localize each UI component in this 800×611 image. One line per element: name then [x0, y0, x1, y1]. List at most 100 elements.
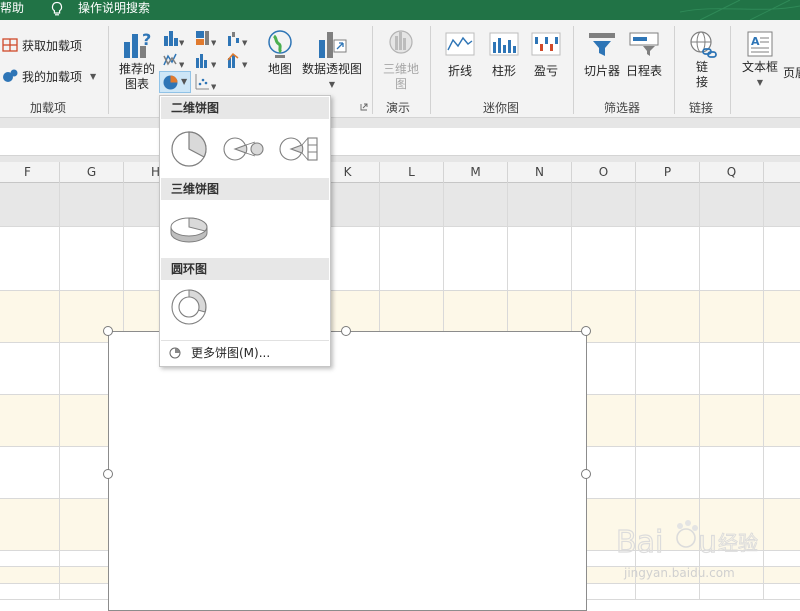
column-header-f[interactable]: F	[0, 162, 60, 183]
column-header-l[interactable]: L	[380, 162, 444, 183]
svg-text:▼: ▼	[211, 83, 216, 91]
link-label-1: 链	[695, 60, 708, 74]
resize-handle-right[interactable]	[581, 469, 591, 479]
dialog-launcher-icon[interactable]	[360, 103, 368, 111]
recommended-charts-button[interactable]: ? 推荐的 图表	[114, 28, 160, 92]
timeline-label: 日程表	[625, 64, 662, 78]
formula-bar[interactable]	[0, 128, 800, 156]
sparkline-line-button[interactable]: 折线	[440, 32, 480, 79]
baidu-logo: Bai u 经验	[616, 520, 758, 561]
recommended-label-1: 推荐的	[118, 62, 155, 76]
sparkline-line-icon	[445, 32, 475, 56]
group-label-sparklines: 迷你图	[483, 101, 520, 115]
watermark: Bai u 经验 jingyan.baidu.com	[616, 514, 766, 584]
svg-text:▼: ▼	[242, 39, 248, 47]
my-addins-label: 我的加载项	[22, 69, 83, 84]
column-header-p[interactable]: P	[636, 162, 700, 183]
resize-handle-left[interactable]	[103, 469, 113, 479]
pie-small-icon	[169, 347, 181, 358]
statistic-chart-icon[interactable]: ▼	[194, 50, 216, 70]
group-label-tours: 演示	[386, 101, 411, 115]
sparkline-line-label: 折线	[447, 64, 472, 78]
textbox-icon: A	[747, 31, 773, 57]
combo-chart-icon[interactable]: ▼	[226, 50, 248, 70]
my-addins-icon	[3, 69, 18, 82]
sparkline-winloss-button[interactable]: 盈亏	[526, 32, 566, 79]
column-headers: F G H I J K L M N O P Q	[0, 162, 800, 183]
svg-text:▼: ▼	[179, 61, 184, 69]
column-header-m[interactable]: M	[444, 162, 508, 183]
svg-text:▼: ▼	[211, 61, 216, 69]
textbox-button[interactable]: A 文本框 ▼	[738, 30, 782, 90]
group-divider	[430, 26, 431, 114]
hierarchy-chart-icon[interactable]: ▼	[194, 28, 216, 48]
sparkline-column-button[interactable]: 柱形	[484, 32, 524, 79]
more-pie-label: 更多饼图(M)...	[191, 346, 271, 360]
scatter-chart-icon[interactable]: ▼	[194, 72, 216, 92]
pie-chart-menu: 二维饼图 三维饼图 圆环图 更多饼图(M)...	[159, 95, 331, 367]
link-icon	[690, 31, 717, 58]
chevron-down-icon: ▼	[90, 71, 97, 81]
section-2d-pie: 二维饼图	[161, 97, 329, 119]
recommended-charts-icon: ?	[124, 30, 151, 58]
grid-line	[59, 183, 60, 600]
table-header-row[interactable]	[0, 183, 800, 227]
pie-2d-option[interactable]	[168, 128, 210, 170]
svg-text:▼: ▼	[179, 39, 184, 47]
timeline-button[interactable]: 日程表	[624, 32, 664, 79]
addins-store-icon	[2, 38, 18, 52]
ribbon-insert: 获取加载项 我的加载项 ▼ 加载项 ? 推荐的 图表 ▼ ▼ ▼ ▼ ▼ ▼ ▼…	[0, 20, 800, 118]
sparkline-winloss-label: 盈亏	[533, 64, 558, 78]
group-divider	[573, 26, 574, 114]
column-header-q[interactable]: Q	[700, 162, 764, 183]
3d-map-button[interactable]: 三维地 图	[378, 28, 424, 92]
svg-text:Bai: Bai	[616, 525, 663, 560]
section-donut: 圆环图	[161, 258, 329, 280]
globe-icon	[268, 30, 292, 58]
line-chart-icon[interactable]: ▼	[162, 50, 184, 70]
slicer-icon	[589, 33, 615, 56]
chart-area[interactable]	[108, 331, 587, 611]
chevron-down-icon: ▼	[181, 77, 188, 86]
pie-chart-button[interactable]: ▼	[159, 71, 191, 93]
recommended-label-2: 图表	[124, 77, 149, 91]
timeline-icon	[629, 32, 659, 56]
donut-option[interactable]	[168, 286, 210, 328]
column-header-o[interactable]: O	[572, 162, 636, 183]
resize-handle-top-right[interactable]	[581, 326, 591, 336]
bar-of-pie-option[interactable]	[278, 128, 320, 170]
link-label-2: 接	[695, 75, 708, 89]
group-divider	[372, 26, 373, 114]
waterfall-chart-icon[interactable]: ▼	[226, 28, 248, 48]
my-addins-button[interactable]: 我的加载项 ▼	[2, 65, 96, 87]
svg-text:经验: 经验	[718, 531, 758, 555]
column-header-n[interactable]: N	[508, 162, 572, 183]
group-label-addins: 加载项	[30, 101, 67, 115]
pie-of-pie-option[interactable]	[222, 128, 264, 170]
3d-map-label-1: 三维地	[382, 62, 419, 76]
3d-map-icon	[389, 30, 413, 54]
get-addins-button[interactable]: 获取加载项	[2, 34, 82, 56]
chevron-down-icon: ▼	[328, 80, 336, 89]
pivot-chart-button[interactable]: 数据透视图 ▼	[300, 28, 364, 92]
get-addins-label: 获取加载项	[22, 38, 83, 53]
header-footer-button[interactable]: 页眉	[783, 64, 800, 81]
resize-handle-top-left[interactable]	[103, 326, 113, 336]
resize-handle-top[interactable]	[341, 326, 351, 336]
table-row[interactable]	[0, 227, 800, 291]
watermark-url: jingyan.baidu.com	[624, 566, 735, 580]
sparkline-column-icon	[489, 32, 519, 56]
column-header-g[interactable]: G	[60, 162, 124, 183]
tab-help[interactable]: 帮助	[0, 0, 24, 20]
column-chart-icon[interactable]: ▼	[162, 28, 184, 48]
slicer-button[interactable]: 切片器	[582, 32, 622, 79]
more-pie-charts-link[interactable]: 更多饼图(M)...	[161, 340, 329, 364]
pivot-chart-label: 数据透视图	[301, 62, 362, 76]
svg-text:A: A	[751, 35, 760, 48]
group-divider	[730, 26, 731, 114]
link-button[interactable]: 链 接	[684, 30, 720, 90]
pie-3d-option[interactable]	[168, 206, 210, 248]
maps-button[interactable]: 地图	[264, 28, 296, 77]
pivot-chart-icon	[319, 32, 347, 58]
sparkline-column-label: 柱形	[491, 64, 516, 78]
